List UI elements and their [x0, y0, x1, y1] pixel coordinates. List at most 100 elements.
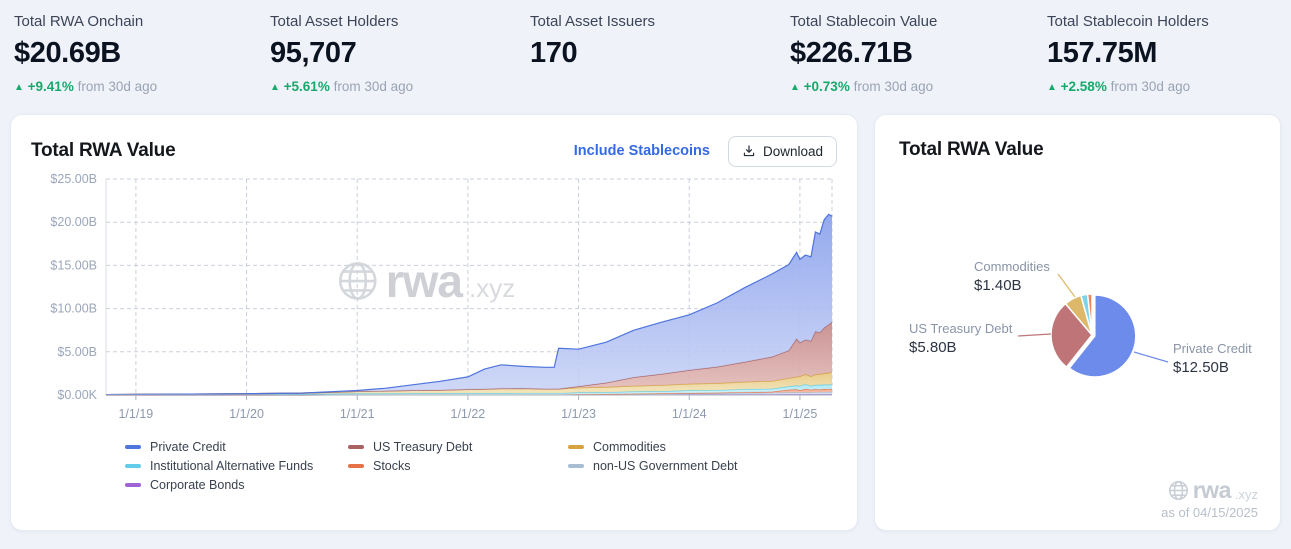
- pie-slice-name: Private Credit: [1173, 341, 1252, 356]
- stat-label: Total RWA Onchain: [14, 13, 270, 30]
- stat-label: Total Asset Issuers: [530, 13, 790, 30]
- stat-card: Total Asset Issuers 170: [530, 13, 790, 94]
- legend-swatch: [348, 445, 364, 449]
- stat-label: Total Stablecoin Holders: [1047, 13, 1209, 30]
- stat-card: Total RWA Onchain $20.69B ▲ +9.41% from 30…: [14, 13, 270, 94]
- pie-slice-label: Commodities $1.40B: [974, 259, 1050, 294]
- y-axis-label: $0.00K: [57, 388, 97, 402]
- up-triangle-icon: ▲: [270, 82, 280, 93]
- y-axis-label: $10.00B: [50, 302, 97, 316]
- stat-change: ▲ +2.58% from 30d ago: [1047, 79, 1209, 94]
- dashboard-content: Total RWA Value Include Stablecoins Down…: [0, 114, 1291, 531]
- watermark-text: rwa: [1193, 479, 1231, 502]
- pie-card: Total RWA Value Private Credit $12.50B US …: [874, 114, 1281, 531]
- stat-value: $226.71B: [790, 37, 1047, 70]
- pie-slice-label: US Treasury Debt $5.80B: [909, 321, 1012, 356]
- pie-slice-value: $5.80B: [909, 339, 1012, 356]
- pie-callout-line: [1058, 274, 1075, 297]
- stat-change-percent: +2.58%: [1057, 79, 1107, 94]
- legend-label: Corporate Bonds: [150, 478, 245, 492]
- x-axis-label: 1/1/23: [561, 407, 596, 421]
- legend-swatch: [125, 445, 141, 449]
- stat-change: ▲ +9.41% from 30d ago: [14, 79, 270, 94]
- download-icon: [742, 144, 756, 158]
- area-chart[interactable]: 1/1/19 1/1/20 1/1/21 1/1/22 1/1/23 1/1/24 1/1/…: [31, 169, 837, 426]
- legend-label: Institutional Alternative Funds: [150, 459, 313, 473]
- up-triangle-icon: ▲: [14, 82, 24, 93]
- pie-watermark: rwa .xyz as of 04/15/2025: [1161, 479, 1258, 520]
- legend-swatch: [125, 483, 141, 487]
- legend-item[interactable]: Institutional Alternative Funds: [125, 459, 348, 473]
- watermark-suffix: .xyz: [1235, 488, 1258, 501]
- card-title: Total RWA Value: [31, 140, 175, 162]
- stat-change-percent: +5.61%: [280, 79, 330, 94]
- legend-label: Commodities: [593, 440, 666, 454]
- globe-icon: [1168, 480, 1189, 501]
- y-axis-label: $25.00B: [50, 172, 97, 186]
- legend-item[interactable]: Commodities: [568, 440, 738, 454]
- stat-change: ▲ +0.73% from 30d ago: [790, 79, 1047, 94]
- chart-legend: Private Credit Institutional Alternative …: [31, 440, 837, 492]
- pie-chart[interactable]: Private Credit $12.50B US Treasury Debt $5.…: [875, 161, 1280, 491]
- stat-change-suffix: from 30d ago: [850, 79, 933, 94]
- stat-change: ▲ +5.61% from 30d ago: [270, 79, 530, 94]
- up-triangle-icon: ▲: [1047, 82, 1057, 93]
- legend-swatch: [568, 445, 584, 449]
- up-triangle-icon: ▲: [790, 82, 800, 93]
- stat-change-suffix: from 30d ago: [1107, 79, 1190, 94]
- legend-column: US Treasury Debt Stocks: [348, 440, 568, 492]
- y-axis-label: $15.00B: [50, 258, 97, 272]
- rwa-value-card: Total RWA Value Include Stablecoins Down…: [10, 114, 858, 531]
- x-axis-label: 1/1/22: [451, 407, 486, 421]
- legend-column: Private Credit Institutional Alternative …: [125, 440, 348, 492]
- legend-label: US Treasury Debt: [373, 440, 472, 454]
- pie-watermark-row: rwa .xyz: [1161, 479, 1258, 502]
- stat-value: 170: [530, 37, 790, 70]
- legend-column: Commodities non-US Government Debt: [568, 440, 738, 492]
- stat-value: 95,707: [270, 37, 530, 70]
- pie-slice-value: $12.50B: [1173, 359, 1252, 376]
- card-actions: Include Stablecoins Download: [574, 136, 837, 167]
- include-stablecoins-link[interactable]: Include Stablecoins: [574, 143, 710, 159]
- stat-value: 157.75M: [1047, 37, 1209, 70]
- pie-card-title: Total RWA Value: [899, 139, 1280, 161]
- x-axis-label: 1/1/20: [229, 407, 264, 421]
- pie-slice-name: US Treasury Debt: [909, 321, 1012, 336]
- legend-label: Private Credit: [150, 440, 226, 454]
- stat-label: Total Stablecoin Value: [790, 13, 1047, 30]
- legend-item[interactable]: non-US Government Debt: [568, 459, 738, 473]
- stat-card: Total Stablecoin Value $226.71B ▲ +0.73% f…: [790, 13, 1047, 94]
- stat-change-percent: +0.73%: [800, 79, 850, 94]
- legend-label: non-US Government Debt: [593, 459, 738, 473]
- pie-callout-line: [1134, 352, 1168, 362]
- pie-slice-name: Commodities: [974, 259, 1050, 274]
- stat-card: Total Asset Holders 95,707 ▲ +5.61% from 3…: [270, 13, 530, 94]
- pie-slice-value: $1.40B: [974, 277, 1050, 294]
- legend-item[interactable]: Private Credit: [125, 440, 348, 454]
- legend-swatch: [568, 464, 584, 468]
- area-chart-svg[interactable]: 1/1/19 1/1/20 1/1/21 1/1/22 1/1/23 1/1/24 1/1/…: [31, 169, 839, 421]
- y-axis-label: $5.00B: [57, 345, 97, 359]
- x-axis-label: 1/1/24: [672, 407, 707, 421]
- stat-change-suffix: from 30d ago: [74, 79, 157, 94]
- stat-value: $20.69B: [14, 37, 270, 70]
- download-button-label: Download: [763, 144, 823, 159]
- stat-change-percent: +9.41%: [24, 79, 74, 94]
- pie-slice-label: Private Credit $12.50B: [1173, 341, 1252, 376]
- stat-label: Total Asset Holders: [270, 13, 530, 30]
- legend-item[interactable]: Corporate Bonds: [125, 478, 348, 492]
- card-header: Total RWA Value Include Stablecoins Down…: [31, 135, 837, 167]
- stat-change-suffix: from 30d ago: [330, 79, 413, 94]
- x-axis-label: 1/1/21: [340, 407, 375, 421]
- stat-card: Total Stablecoin Holders 157.75M ▲ +2.58% …: [1047, 13, 1209, 94]
- download-button[interactable]: Download: [728, 136, 837, 167]
- legend-swatch: [348, 464, 364, 468]
- legend-swatch: [125, 464, 141, 468]
- stats-bar: Total RWA Onchain $20.69B ▲ +9.41% from 30…: [0, 0, 1291, 94]
- legend-item[interactable]: US Treasury Debt: [348, 440, 568, 454]
- legend-item[interactable]: Stocks: [348, 459, 568, 473]
- as-of-date: as of 04/15/2025: [1161, 505, 1258, 520]
- x-axis-label: 1/1/19: [118, 407, 153, 421]
- legend-label: Stocks: [373, 459, 411, 473]
- x-axis-label: 1/1/25: [783, 407, 818, 421]
